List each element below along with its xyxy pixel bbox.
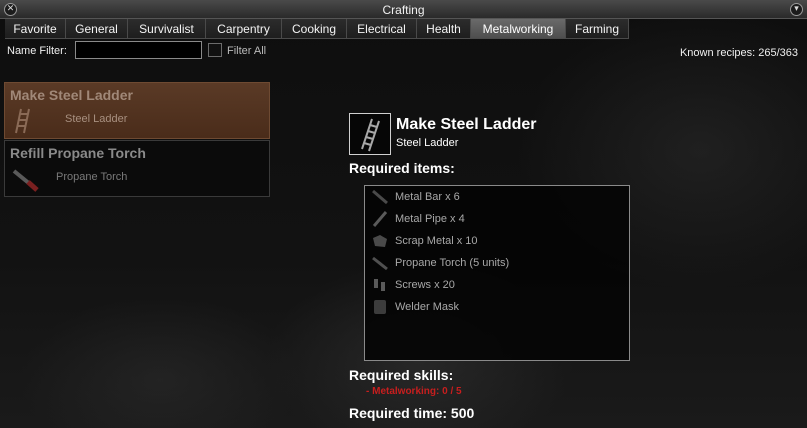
list-item: Propane Torch (5 units) — [365, 253, 625, 273]
tab-survivalist[interactable]: Survivalist — [128, 19, 206, 39]
name-filter-label: Name Filter: — [7, 45, 67, 57]
detail-result-name: Steel Ladder — [396, 137, 459, 149]
metal-pipe-icon — [370, 210, 390, 228]
recipe-list: Make Steel Ladder Steel Ladder Refill Pr… — [4, 82, 270, 198]
tab-favorite[interactable]: Favorite — [5, 19, 66, 39]
collapse-icon[interactable]: ▾ — [790, 3, 803, 16]
list-item: Metal Pipe x 4 — [365, 209, 625, 229]
recipe-result: Steel Ladder — [65, 113, 128, 125]
filter-all-checkbox[interactable] — [208, 43, 222, 57]
list-item: Welder Mask — [365, 297, 625, 317]
propane-torch-icon — [370, 254, 390, 272]
list-item: Scrap Metal x 10 — [365, 231, 625, 251]
item-label: Metal Bar x 6 — [395, 191, 460, 203]
item-label: Scrap Metal x 10 — [395, 235, 478, 247]
item-label: Screws x 20 — [395, 279, 455, 291]
recipe-item-make-steel-ladder[interactable]: Make Steel Ladder Steel Ladder — [4, 82, 270, 139]
tab-carpentry[interactable]: Carpentry — [206, 19, 282, 39]
name-filter-input[interactable] — [75, 41, 202, 59]
item-label: Propane Torch (5 units) — [395, 257, 510, 269]
category-tabs: Favorite General Survivalist Carpentry C… — [5, 19, 629, 39]
required-skills-heading: Required skills: — [349, 367, 454, 383]
detail-recipe-name: Make Steel Ladder — [396, 116, 537, 133]
required-items-heading: Required items: — [349, 160, 455, 176]
skill-requirement: - Metalworking: 0 / 5 — [366, 386, 462, 397]
recipe-result: Propane Torch — [56, 171, 128, 183]
recipe-name: Make Steel Ladder — [10, 87, 133, 103]
tab-metalworking[interactable]: Metalworking — [471, 19, 566, 39]
filter-all-label: Filter All — [227, 45, 267, 57]
tab-farming[interactable]: Farming — [566, 19, 629, 39]
tab-electrical[interactable]: Electrical — [347, 19, 417, 39]
welder-mask-icon — [370, 298, 390, 316]
required-items-list: Metal Bar x 6 Metal Pipe x 4 Scrap Metal… — [364, 185, 630, 361]
item-label: Welder Mask — [395, 301, 459, 313]
tab-general[interactable]: General — [66, 19, 128, 39]
known-recipes-count: Known recipes: 265/363 — [679, 47, 798, 59]
required-time: Required time: 500 — [349, 405, 475, 421]
list-item: Screws x 20 — [365, 275, 625, 295]
propane-torch-icon — [10, 165, 40, 193]
screws-icon — [370, 276, 390, 294]
ladder-icon — [10, 107, 40, 135]
crafting-window: ✕ Crafting ▾ Favorite General Survivalis… — [0, 0, 807, 428]
recipe-name: Refill Propane Torch — [10, 145, 146, 161]
item-label: Metal Pipe x 4 — [395, 213, 465, 225]
metal-bar-icon — [370, 188, 390, 206]
scrap-metal-icon — [370, 232, 390, 250]
tab-health[interactable]: Health — [417, 19, 471, 39]
list-item: Metal Bar x 6 — [365, 187, 625, 207]
window-title: Crafting — [382, 3, 425, 17]
title-bar[interactable]: ✕ Crafting ▾ — [0, 0, 807, 19]
tab-cooking[interactable]: Cooking — [282, 19, 347, 39]
recipe-item-refill-propane-torch[interactable]: Refill Propane Torch Propane Torch — [4, 140, 270, 197]
ladder-icon — [349, 113, 391, 155]
